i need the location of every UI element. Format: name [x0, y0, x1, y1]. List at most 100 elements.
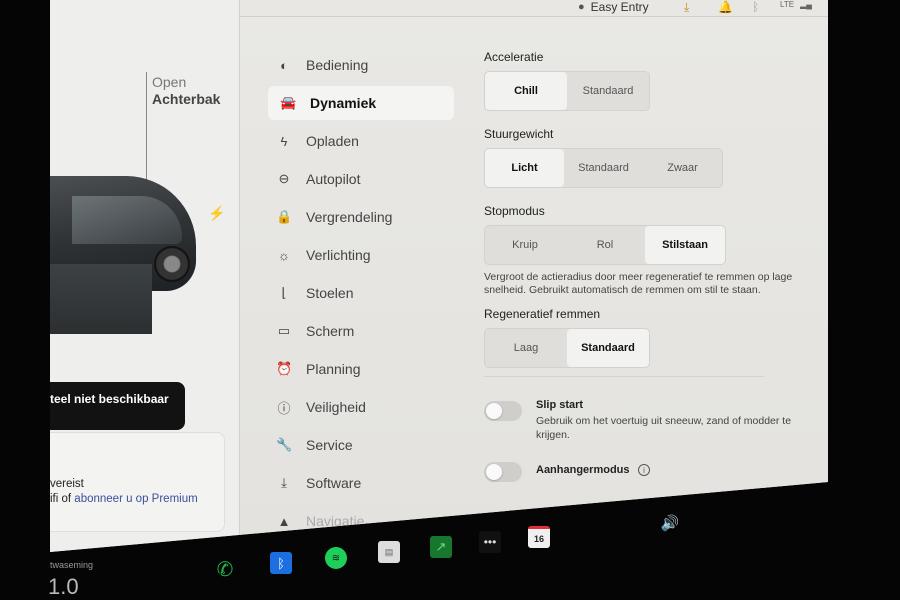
stuurgewicht-setting: Stuurgewicht Licht Standaard Zwaar [484, 127, 814, 188]
seat-icon: ⌊ [281, 285, 287, 300]
stopmodus-label: Stopmodus [484, 204, 545, 218]
touchscreen: Open Achterbak ⚡ teel niet beschikbaar v… [50, 0, 828, 552]
info-icon[interactable]: i [637, 464, 650, 476]
open-trunk-button[interactable]: Open Achterbak [152, 74, 220, 108]
climate-value[interactable]: 1.0 [48, 574, 79, 600]
stopmodus-option-rol[interactable]: Rol [565, 226, 645, 264]
menu-item-software[interactable]: ⤓ Software [260, 464, 460, 502]
spotify-icon[interactable]: ≋ [325, 547, 347, 569]
person-icon: ● [578, 1, 585, 13]
stopmodus-description: Vergroot de actieradius door meer regene… [484, 271, 793, 296]
stuurgewicht-label: Stuurgewicht [484, 127, 554, 141]
menu-item-label: Planning [306, 361, 361, 377]
bluetooth-icon: ᛒ [752, 0, 760, 14]
unavailable-toast: teel niet beschikbaar [50, 382, 185, 430]
stuurgewicht-option-standaard[interactable]: Standaard [564, 149, 643, 187]
menu-item-label: Software [306, 475, 362, 491]
menu-item-verlichting[interactable]: ☼ Verlichting [260, 236, 460, 274]
bell-icon[interactable]: 🔔 [718, 0, 733, 14]
menu-item-label: Stoelen [306, 285, 354, 301]
slip-start-description: Gebruik om het voertuig uit sneeuw, zand… [536, 415, 792, 441]
menu-item-dynamiek[interactable]: 🚘 Dynamiek [268, 86, 454, 120]
regeneratief-segmented-control: Laag Standaard [484, 328, 650, 368]
download-icon: ⤓ [281, 475, 287, 490]
menu-item-vergrendeling[interactable]: 🔒 Vergrendeling [260, 198, 460, 236]
charge-port-icon[interactable]: ⚡ [208, 205, 225, 222]
status-bar: ● Easy Entry ⤓ 🔔 ᛒ LTE ▂▄ [240, 0, 828, 17]
regeneratief-option-standaard[interactable]: Standaard [567, 329, 649, 367]
menu-item-opladen[interactable]: ϟ Opladen [260, 122, 460, 160]
alert-circle-icon: ⓘ [277, 400, 291, 416]
menu-item-label: Autopilot [306, 171, 361, 187]
menu-item-navigatie[interactable]: ▲ Navigatie [260, 502, 460, 540]
alarm-clock-icon: ⏰ [276, 361, 293, 376]
menu-item-bediening[interactable]: ◐ Bediening [260, 46, 460, 84]
steering-wheel-icon: ⊖ [278, 171, 290, 186]
menu-item-label: Service [306, 437, 353, 453]
lte-label: LTE [780, 0, 795, 9]
regeneratief-option-laag[interactable]: Laag [485, 329, 567, 367]
menu-item-label: Scherm [306, 323, 355, 339]
premium-connectivity-card: vereist ifi of abonneer u op Premium [50, 432, 225, 532]
subscribe-premium-link[interactable]: abonneer u op Premium [74, 493, 197, 505]
profile-name: Easy Entry [590, 0, 649, 14]
menu-item-scherm[interactable]: ▭ Scherm [260, 312, 460, 350]
settings-menu: ◐ Bediening 🚘 Dynamiek ϟ Opladen ⊖ Autopilot 🔒 Ve… [260, 46, 460, 540]
premium-wifi-text: ifi of [50, 493, 75, 505]
car-open-door [50, 264, 152, 334]
download-icon[interactable]: ⤓ [684, 0, 689, 15]
phone-icon[interactable]: ✆ [214, 558, 236, 581]
toggle-knob [486, 403, 502, 419]
trunk-label-open: Open [152, 74, 187, 90]
car-icon: 🚘 [280, 95, 297, 110]
stuurgewicht-option-licht[interactable]: Licht [485, 149, 564, 187]
menu-item-label: Navigatie [306, 513, 365, 529]
slip-start-title: Slip start [536, 399, 584, 411]
stuurgewicht-option-zwaar[interactable]: Zwaar [643, 149, 722, 187]
stocks-icon[interactable]: ↗ [430, 536, 452, 558]
menu-item-autopilot[interactable]: ⊖ Autopilot [260, 160, 460, 198]
bluetooth-app-icon[interactable]: ᛒ [270, 552, 292, 574]
stopmodus-setting: Stopmodus Kruip Rol Stilstaan Vergroot de … [484, 204, 814, 297]
lightning-icon: ϟ [280, 133, 288, 149]
slip-start-setting: Slip start Gebruik om het voertuig uit s… [484, 399, 814, 442]
acceleratie-label: Acceleratie [484, 50, 544, 64]
stopmodus-option-stilstaan[interactable]: Stilstaan [645, 226, 725, 264]
more-icon[interactable]: ••• [479, 531, 501, 553]
light-icon: ☼ [278, 247, 290, 263]
radio-icon[interactable]: ▤ [378, 541, 400, 563]
acceleratie-segmented-control: Chill Standaard [484, 71, 650, 111]
menu-item-planning[interactable]: ⏰ Planning [260, 350, 460, 388]
menu-item-service[interactable]: 🔧 Service [260, 426, 460, 464]
aanhangermodus-toggle[interactable] [484, 462, 522, 482]
aanhangermodus-setting: Aanhangermodus i [484, 460, 814, 482]
trunk-label-achterbak: Achterbak [152, 91, 221, 107]
menu-item-label: Dynamiek [310, 95, 377, 111]
slip-start-toggle[interactable] [484, 401, 522, 421]
aanhangermodus-title: Aanhangermodus [536, 464, 630, 476]
regeneratief-label: Regeneratief remmen [484, 307, 601, 321]
calendar-icon[interactable]: 16 [528, 526, 550, 548]
car-panel: Open Achterbak ⚡ teel niet beschikbaar v… [50, 0, 240, 552]
car-wheel [154, 246, 190, 282]
menu-item-label: Bediening [306, 57, 369, 73]
stopmodus-option-kruip[interactable]: Kruip [485, 226, 565, 264]
stuurgewicht-segmented-control: Licht Standaard Zwaar [484, 148, 723, 188]
acceleratie-option-standaard[interactable]: Standaard [567, 72, 649, 110]
toggle-knob [486, 464, 502, 480]
volume-icon[interactable]: 🔊 [659, 512, 681, 534]
driver-profile[interactable]: ● Easy Entry [578, 0, 649, 14]
section-divider [484, 376, 764, 377]
menu-item-veiligheid[interactable]: ⓘ Veiligheid [260, 388, 460, 426]
menu-item-stoelen[interactable]: ⌊ Stoelen [260, 274, 460, 312]
acceleratie-option-chill[interactable]: Chill [485, 72, 567, 110]
toast-text: teel niet beschikbaar [50, 392, 169, 406]
premium-required-text: vereist [50, 478, 84, 490]
menu-item-label: Verlichting [306, 247, 371, 263]
climate-label: twaseming [50, 560, 94, 570]
toggle-icon: ◐ [280, 57, 288, 73]
trunk-callout-line [146, 72, 147, 182]
settings-area: ● Easy Entry ⤓ 🔔 ᛒ LTE ▂▄ ◐ Bediening 🚘 Dyna… [240, 0, 828, 552]
wrench-icon: 🔧 [276, 437, 293, 452]
lte-signal-icon: LTE ▂▄ [780, 0, 812, 9]
